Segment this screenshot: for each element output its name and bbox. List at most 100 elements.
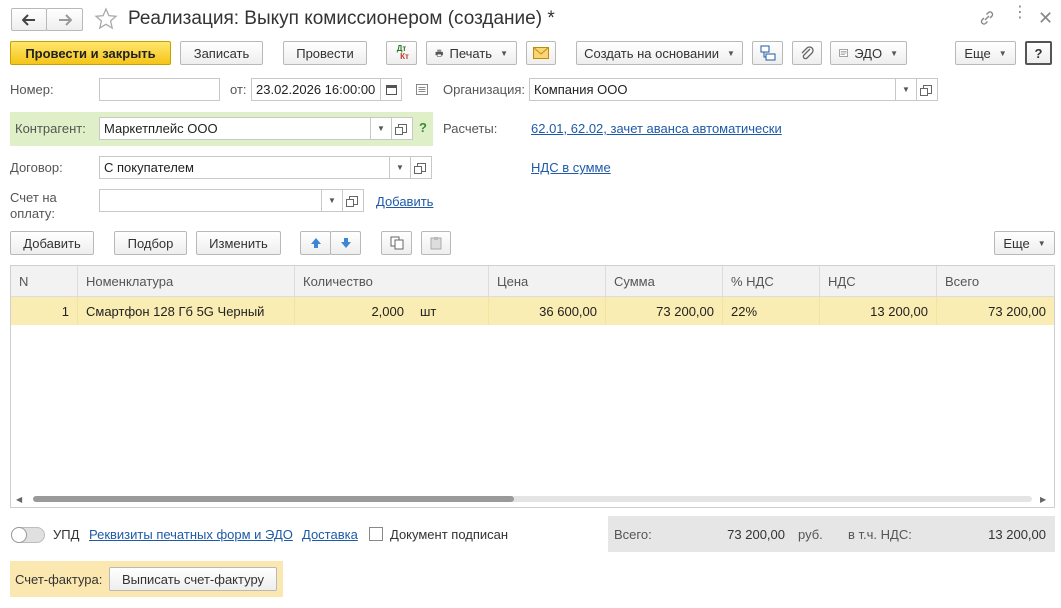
scroll-right-arrow[interactable]: ▶	[1040, 495, 1046, 504]
vat-included-label: в т.ч. НДС:	[848, 527, 912, 542]
toggle-knob	[11, 527, 27, 543]
create-based-button[interactable]: Создать на основании ▼	[576, 41, 743, 65]
edo-icon	[839, 49, 848, 57]
vat-in-sum-link[interactable]: НДС в сумме	[531, 160, 611, 175]
paste-button[interactable]	[421, 231, 451, 255]
invoice-field[interactable]	[99, 189, 322, 212]
back-button[interactable]	[11, 8, 47, 31]
open-icon	[413, 163, 426, 174]
favorite-star-icon[interactable]	[94, 7, 118, 34]
edo-button[interactable]: ЭДО ▼	[830, 41, 907, 65]
document-structure-icon	[760, 45, 775, 61]
help-button[interactable]: ?	[1025, 41, 1052, 65]
open-icon	[345, 196, 358, 207]
arrow-right-icon	[58, 13, 72, 26]
settlements-link[interactable]: 62.01, 62.02, зачет аванса автоматически	[531, 121, 782, 136]
email-button[interactable]	[526, 41, 556, 65]
arrow-left-icon	[22, 13, 35, 26]
move-up-button[interactable]	[300, 231, 331, 255]
calendar-icon	[385, 85, 397, 95]
move-down-button[interactable]	[330, 231, 361, 255]
open-icon	[394, 124, 407, 135]
col-header-item[interactable]: Номенклатура	[78, 266, 295, 297]
organization-dropdown-button[interactable]: ▼	[896, 78, 917, 101]
signed-checkbox[interactable]	[369, 527, 383, 541]
col-header-total[interactable]: Всего	[937, 266, 1054, 297]
calendar-button[interactable]	[381, 78, 402, 101]
open-icon	[919, 85, 932, 96]
col-header-vat-rate[interactable]: % НДС	[723, 266, 820, 297]
contract-dropdown-button[interactable]: ▼	[390, 156, 411, 179]
dt-kt-button[interactable]: Дт Кт	[386, 41, 417, 65]
date-label: от:	[230, 82, 247, 97]
invoice-label: Счет на оплату:	[10, 190, 57, 221]
vat-included-value: 13 200,00	[988, 527, 1046, 542]
cell-unit[interactable]: шт	[412, 297, 489, 325]
more-button[interactable]: Еще ▼	[955, 41, 1016, 65]
paste-icon	[430, 237, 442, 250]
scroll-left-arrow[interactable]: ◀	[16, 495, 22, 504]
upd-label: УПД	[53, 527, 80, 542]
paperclip-icon	[801, 46, 814, 60]
table-more-button[interactable]: Еще ▼	[994, 231, 1055, 255]
cell-vat[interactable]: 13 200,00	[820, 297, 937, 325]
add-invoice-link[interactable]: Добавить	[376, 194, 433, 209]
issue-invoice-facture-button[interactable]: Выписать счет-фактуру	[109, 567, 277, 591]
signed-label: Документ подписан	[390, 527, 509, 542]
horizontal-scrollbar-thumb[interactable]	[33, 496, 514, 502]
counterparty-open-button[interactable]	[392, 117, 413, 140]
upd-toggle[interactable]	[11, 527, 45, 543]
col-header-vat[interactable]: НДС	[820, 266, 937, 297]
copy-button[interactable]	[381, 231, 412, 255]
cell-vat-rate[interactable]: 22%	[723, 297, 820, 325]
organization-open-button[interactable]	[917, 78, 938, 101]
invoice-open-button[interactable]	[343, 189, 364, 212]
history-icon[interactable]	[416, 83, 428, 98]
number-field[interactable]	[99, 78, 220, 101]
structure-button[interactable]	[752, 41, 783, 65]
counterparty-help-icon[interactable]: ?	[419, 120, 427, 135]
date-field[interactable]: 23.02.2026 16:00:00	[251, 78, 381, 101]
more-vertical-icon[interactable]: ⋮	[1012, 5, 1028, 21]
cell-total[interactable]: 73 200,00	[937, 297, 1054, 325]
dt-kt-icon: Дт Кт	[396, 44, 409, 61]
invoice-dropdown-button[interactable]: ▼	[322, 189, 343, 212]
copy-icon	[390, 236, 403, 250]
post-button[interactable]: Провести	[283, 41, 367, 65]
cell-item[interactable]: Смартфон 128 Гб 5G Черный	[78, 297, 295, 325]
table-add-button[interactable]: Добавить	[10, 231, 94, 255]
number-label: Номер:	[10, 82, 54, 97]
cell-price[interactable]: 36 600,00	[489, 297, 606, 325]
contract-field[interactable]: С покупателем	[99, 156, 390, 179]
print-button[interactable]: Печать ▼	[426, 41, 517, 65]
arrow-up-icon	[310, 238, 321, 248]
table-change-button[interactable]: Изменить	[196, 231, 281, 255]
post-and-close-button[interactable]: Провести и закрыть	[10, 41, 171, 65]
cell-n[interactable]: 1	[11, 297, 78, 325]
table-selection-button[interactable]: Подбор	[114, 231, 187, 255]
col-header-sum[interactable]: Сумма	[606, 266, 723, 297]
envelope-icon	[533, 47, 549, 59]
total-value: 73 200,00	[727, 527, 785, 542]
col-header-qty[interactable]: Количество	[295, 266, 489, 297]
save-button[interactable]: Записать	[180, 41, 263, 65]
close-icon[interactable]: ✕	[1038, 8, 1053, 29]
organization-field[interactable]: Компания ООО	[529, 78, 896, 101]
arrow-down-icon	[340, 238, 351, 248]
attach-button[interactable]	[792, 41, 822, 65]
col-header-price[interactable]: Цена	[489, 266, 606, 297]
settlements-label: Расчеты:	[443, 121, 498, 136]
contract-open-button[interactable]	[411, 156, 432, 179]
delivery-link[interactable]: Доставка	[302, 527, 358, 542]
cell-sum[interactable]: 73 200,00	[606, 297, 723, 325]
forward-button[interactable]	[46, 8, 83, 31]
counterparty-label: Контрагент:	[15, 121, 86, 136]
counterparty-dropdown-button[interactable]: ▼	[371, 117, 392, 140]
printer-icon	[435, 49, 443, 57]
print-forms-link[interactable]: Реквизиты печатных форм и ЭДО	[89, 527, 293, 542]
col-header-n[interactable]: N	[11, 266, 78, 297]
invoice-facture-label: Счет-фактура:	[15, 572, 103, 587]
counterparty-field[interactable]: Маркетплейс ООО	[99, 117, 371, 140]
link-icon[interactable]	[979, 10, 995, 29]
cell-qty[interactable]: 2,000	[295, 297, 412, 325]
